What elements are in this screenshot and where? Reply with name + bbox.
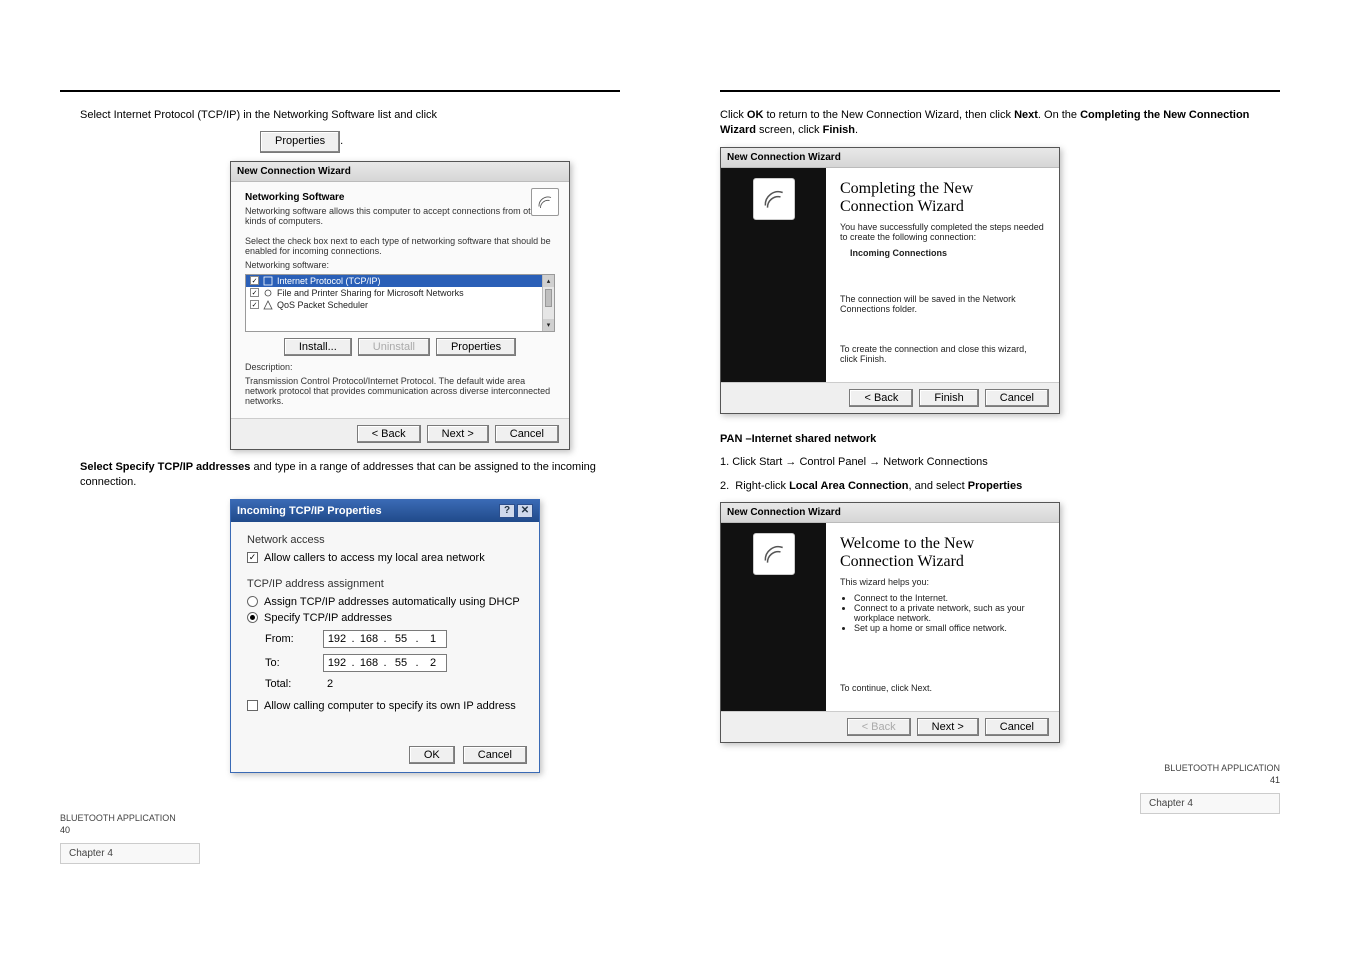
next-button[interactable]: Next > (917, 718, 979, 736)
label-allow-callers: Allow callers to access my local area ne… (264, 552, 485, 564)
wizard-side-graphic (721, 523, 826, 711)
description-label: Description: (245, 362, 555, 372)
completing-heading: Completing the New Connection Wizard (840, 180, 1045, 216)
next-button[interactable]: Next > (427, 425, 489, 443)
connection-name: Incoming Connections (850, 248, 1045, 258)
wizard-completing: New Connection Wizard Completing the New… (720, 147, 1060, 414)
arc-icon (753, 178, 795, 220)
dialog-title: Incoming TCP/IP Properties (237, 505, 382, 517)
dialog-title-bar: Incoming TCP/IP Properties ? ✕ (231, 500, 539, 522)
group-address-assignment: TCP/IP address assignment (247, 578, 523, 590)
share-icon (263, 288, 273, 298)
checkbox-tcpip[interactable] (250, 276, 259, 285)
label-specify: Specify TCP/IP addresses (264, 612, 392, 624)
instr-finish-wizard: Click OK to return to the New Connection… (720, 108, 1280, 139)
to-label: To: (265, 657, 301, 669)
instr-select-tcpip: Select Internet Protocol (TCP/IP) in the… (60, 108, 620, 123)
cancel-button[interactable]: Cancel (495, 425, 559, 443)
total-label: Total: (265, 678, 301, 690)
welcome-line2: To continue, click Next. (840, 683, 1045, 693)
label-dhcp: Assign TCP/IP addresses automatically us… (264, 596, 520, 608)
wizard-completing-title: New Connection Wizard (721, 148, 1059, 168)
label-allow-own-ip: Allow calling computer to specify its ow… (264, 700, 516, 712)
back-button[interactable]: < Back (357, 425, 421, 443)
header-rule-right (720, 90, 1280, 92)
protocol-icon (263, 276, 273, 286)
install-button[interactable]: Install... (284, 338, 352, 356)
total-value: 2 (323, 678, 435, 690)
completing-line1: You have successfully completed the step… (840, 222, 1045, 242)
checkbox-qos[interactable] (250, 300, 259, 309)
radio-dhcp[interactable] (247, 596, 258, 607)
page-number-right: 41 (720, 775, 1280, 785)
list-item-fileprinter: File and Printer Sharing for Microsoft N… (246, 287, 554, 299)
description-text: Transmission Control Protocol/Internet P… (245, 376, 555, 406)
step-subtext: Networking software allows this computer… (245, 206, 555, 226)
finish-button[interactable]: Finish (919, 389, 978, 407)
list-label: Networking software: (245, 260, 555, 270)
list-item-tcpip: Internet Protocol (TCP/IP) (246, 275, 554, 287)
close-icon[interactable]: ✕ (517, 504, 533, 518)
welcome-bullet-1: Connect to the Internet. (854, 593, 1045, 603)
list-properties-button[interactable]: Properties (436, 338, 516, 356)
pan-step2: 2. Right-click Local Area Connection, an… (720, 479, 1280, 494)
header-rule-left (60, 90, 620, 92)
arrow-icon: → (869, 456, 880, 468)
wizard-side-graphic (721, 168, 826, 382)
back-button: < Back (847, 718, 911, 736)
completing-line2: The connection will be saved in the Netw… (840, 294, 1045, 314)
list-scrollbar[interactable]: ▴▾ (542, 275, 554, 331)
cancel-button[interactable]: Cancel (985, 389, 1049, 407)
checkbox-allow-callers[interactable] (247, 552, 258, 563)
welcome-line1: This wizard helps you: (840, 577, 1045, 587)
help-icon[interactable]: ? (499, 504, 515, 518)
footer-topic-left: BLUETOOTH APPLICATION (60, 813, 620, 823)
qos-icon (263, 300, 273, 310)
page-number-left: 40 (60, 825, 620, 835)
from-ip-field[interactable]: 192. 168. 55. 1 (323, 630, 447, 648)
group-network-access: Network access (247, 534, 523, 546)
completing-line3: To create the connection and close this … (840, 344, 1045, 364)
to-ip-field[interactable]: 192. 168. 55. 2 (323, 654, 447, 672)
chapter-bar-left: Chapter 4 (60, 843, 200, 864)
wizard-networking-software: New Connection Wizard Networking Softwar… (230, 161, 570, 450)
pan-heading: PAN –Internet shared network (720, 432, 1280, 447)
networking-software-list[interactable]: Internet Protocol (TCP/IP) File and Prin… (245, 274, 555, 332)
welcome-bullet-2: Connect to a private network, such as yo… (854, 603, 1045, 623)
chapter-bar-right: Chapter 4 (1140, 793, 1280, 814)
arc-icon (753, 533, 795, 575)
radio-specify[interactable] (247, 612, 258, 623)
wizard-welcome-title: New Connection Wizard (721, 503, 1059, 523)
cancel-dialog-button[interactable]: Cancel (463, 746, 527, 764)
wizard-arc-icon (531, 188, 559, 216)
list-item-qos: QoS Packet Scheduler (246, 299, 554, 311)
pan-step1: 1. Click Start → Control Panel → Network… (720, 455, 1280, 470)
arrow-icon: → (785, 456, 796, 468)
welcome-heading: Welcome to the New Connection Wizard (840, 535, 1045, 571)
properties-button-inline[interactable]: Properties (260, 131, 340, 152)
wizard-welcome: New Connection Wizard Welcome to the New… (720, 502, 1060, 743)
dialog-tcpip-properties: Incoming TCP/IP Properties ? ✕ Network a… (230, 499, 540, 773)
footer-topic-right: BLUETOOTH APPLICATION (720, 763, 1280, 773)
ok-button[interactable]: OK (409, 746, 455, 764)
instr-specify-addresses: Select Specify TCP/IP addresses and type… (60, 460, 620, 491)
step-prompt: Select the check box next to each type o… (245, 236, 555, 256)
cancel-button[interactable]: Cancel (985, 718, 1049, 736)
checkbox-allow-own-ip[interactable] (247, 700, 258, 711)
back-button[interactable]: < Back (849, 389, 913, 407)
from-label: From: (265, 633, 301, 645)
step-heading: Networking Software (245, 192, 555, 203)
uninstall-button: Uninstall (358, 338, 430, 356)
wizard-title: New Connection Wizard (231, 162, 569, 182)
welcome-bullet-3: Set up a home or small office network. (854, 623, 1045, 633)
checkbox-fp[interactable] (250, 288, 259, 297)
